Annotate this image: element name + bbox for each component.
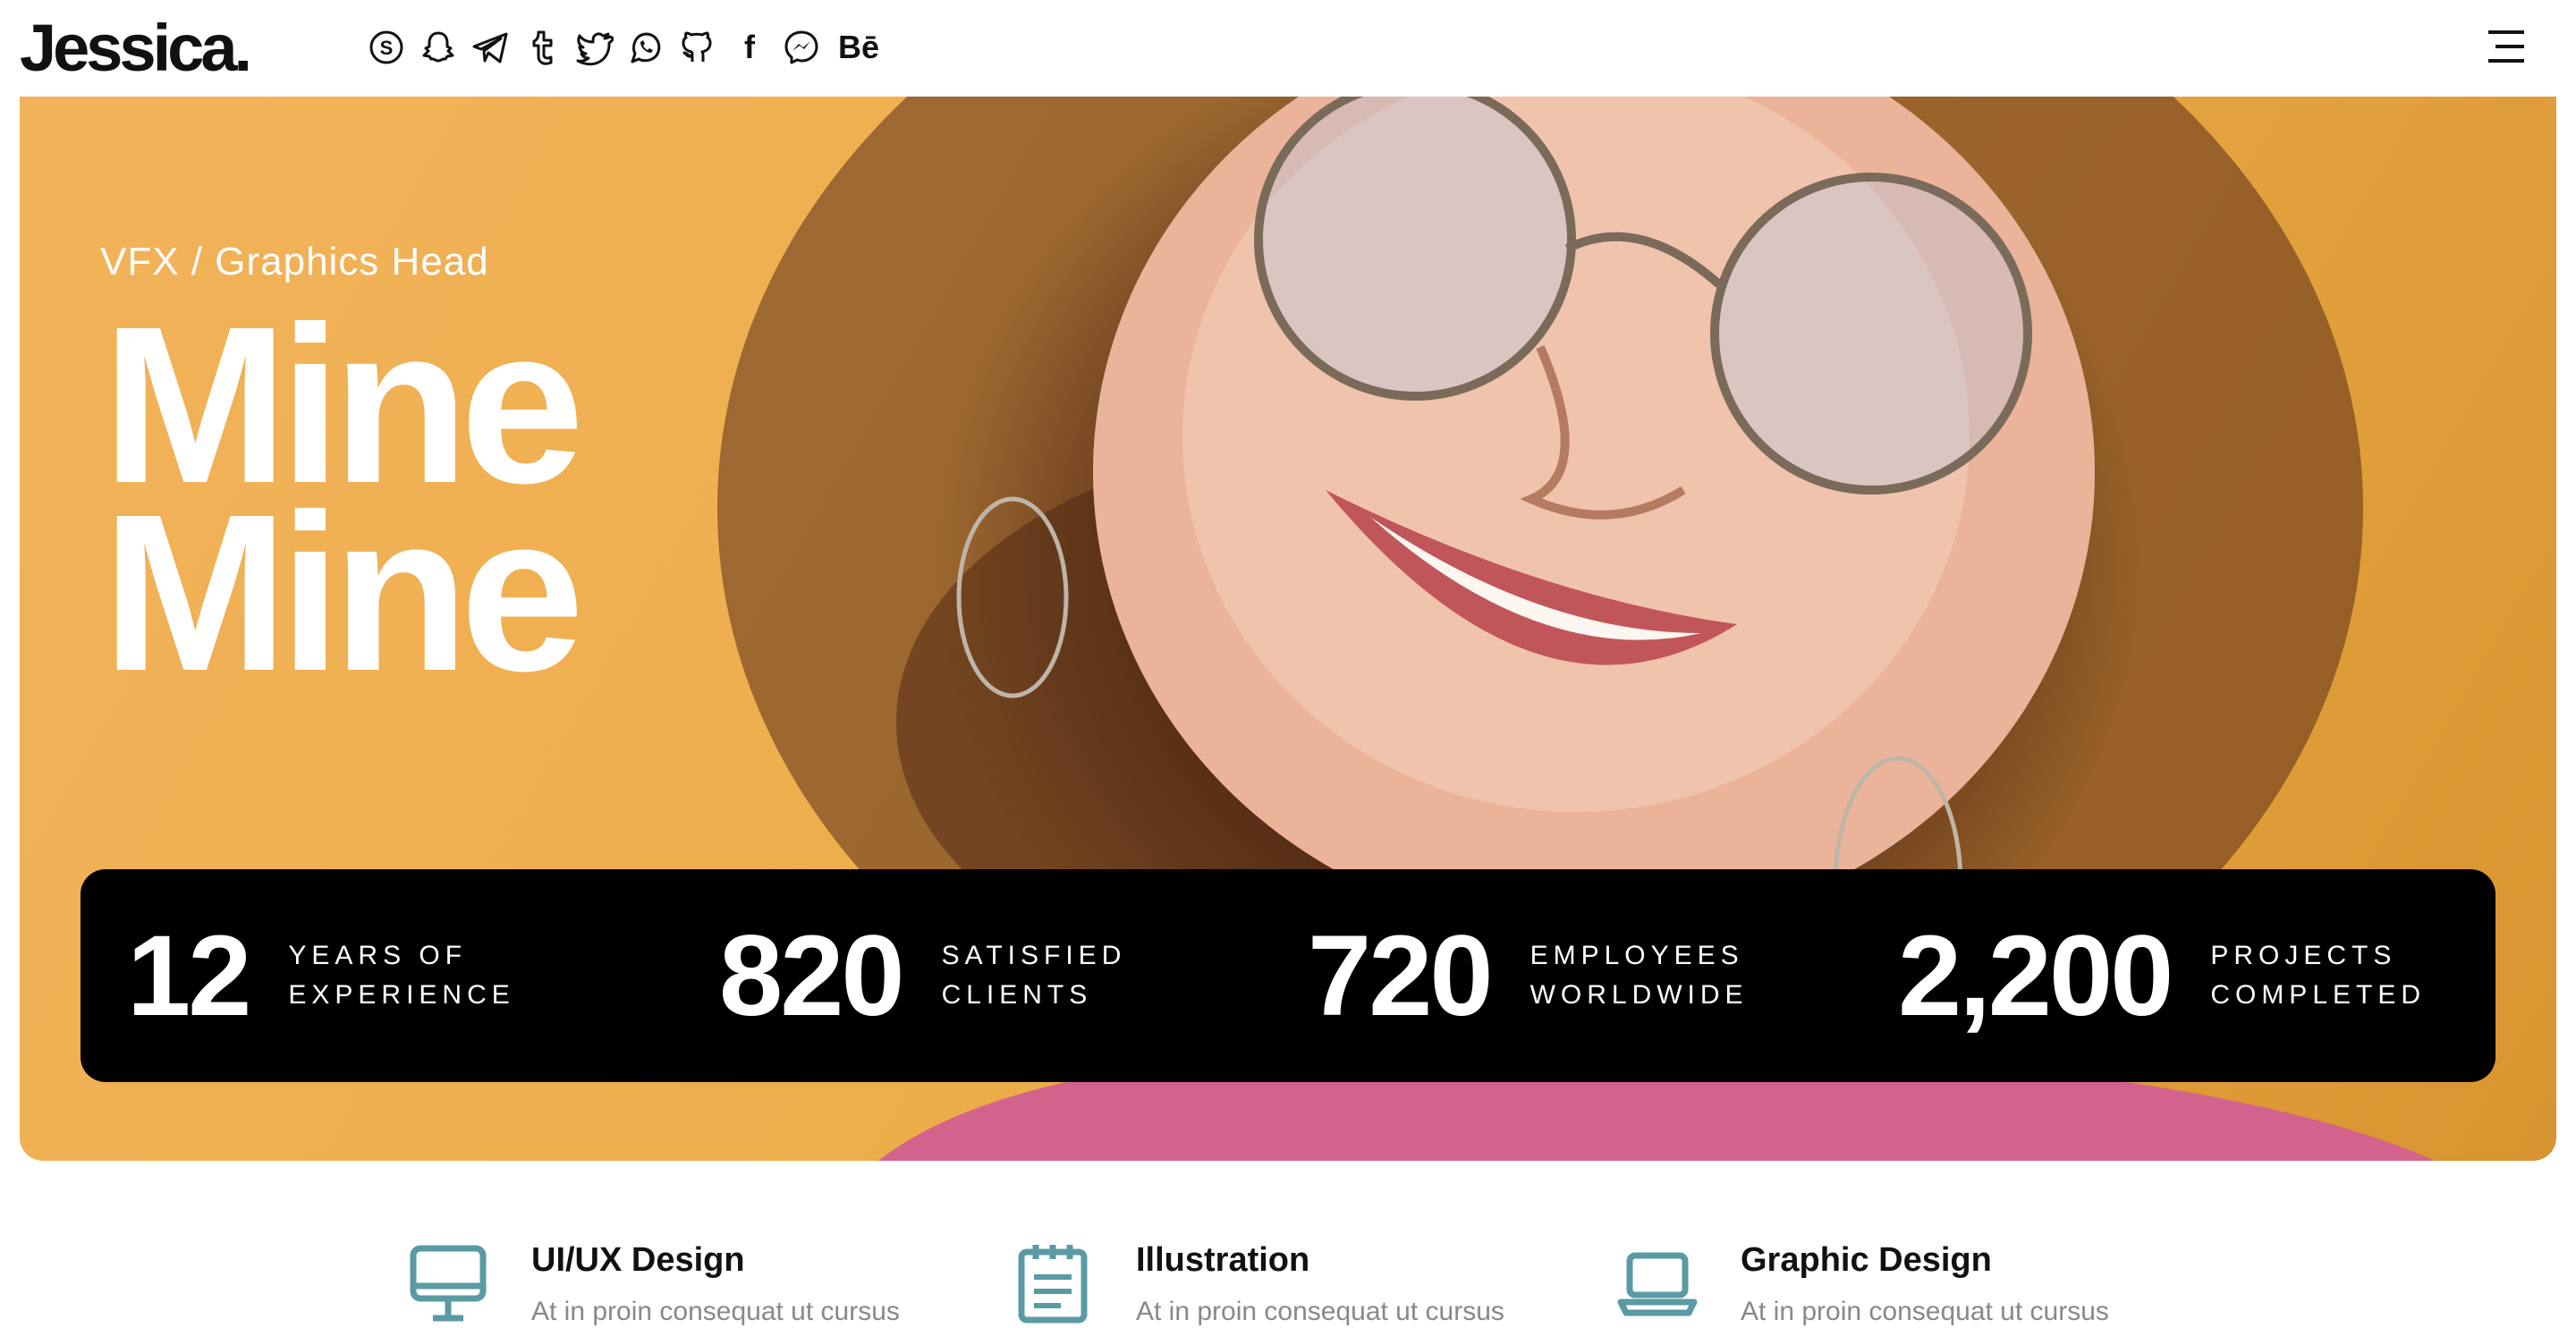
twitter-icon[interactable] <box>574 25 614 70</box>
service-description: At in proin consequat ut cursus <box>531 1297 900 1326</box>
github-icon[interactable] <box>678 25 717 70</box>
monitor-icon <box>408 1241 488 1324</box>
stat-projects-completed: 2,200 PROJECTS COMPLETED <box>1898 869 2426 1082</box>
svg-text:S: S <box>380 37 394 59</box>
stat-label: EMPLOYEES WORLDWIDE <box>1530 936 1749 1015</box>
service-description: At in proin consequat ut cursus <box>1136 1297 1504 1326</box>
stat-years-experience: 12 YEARS OF EXPERIENCE <box>127 869 515 1082</box>
social-links: S f Bē <box>367 25 884 70</box>
stat-label-line: WORLDWIDE <box>1530 980 1749 1010</box>
hamburger-menu-icon[interactable] <box>2485 25 2528 68</box>
stat-satisfied-clients: 820 SATISFIED CLIENTS <box>719 869 1126 1082</box>
telegram-icon[interactable] <box>470 25 510 70</box>
stat-number: 12 <box>127 911 251 1040</box>
tumblr-icon[interactable] <box>522 25 562 70</box>
stat-label: YEARS OF EXPERIENCE <box>288 936 514 1015</box>
hero-title: Mine Mine <box>102 293 584 717</box>
site-header: Jessica. S f Bē <box>0 0 2576 97</box>
service-title: UI/UX Design <box>531 1241 745 1279</box>
facebook-glyph: f <box>744 29 755 65</box>
stat-label: SATISFIED CLIENTS <box>942 936 1127 1015</box>
stat-label-line: COMPLETED <box>2210 980 2427 1010</box>
stat-label-line: CLIENTS <box>941 980 1093 1010</box>
stats-bar: 12 YEARS OF EXPERIENCE 820 SATISFIED CLI… <box>80 869 2496 1082</box>
service-description: At in proin consequat ut cursus <box>1741 1297 2109 1326</box>
stat-label-line: YEARS OF <box>288 941 468 970</box>
behance-glyph: Bē <box>837 29 880 65</box>
service-title: Graphic Design <box>1741 1241 1992 1279</box>
hero-section: VFX / Graphics Head Mine Mine 12 YEARS O… <box>20 97 2556 1161</box>
stat-label-line: EXPERIENCE <box>288 980 515 1010</box>
stat-number: 2,200 <box>1898 911 2174 1040</box>
stat-label-line: PROJECTS <box>2210 941 2397 970</box>
hero-title-line: Mine <box>102 468 584 717</box>
behance-icon[interactable]: Bē <box>834 25 884 70</box>
notepad-icon <box>1013 1241 1093 1324</box>
whatsapp-icon[interactable] <box>626 25 665 70</box>
hero-subtitle: VFX / Graphics Head <box>100 240 489 283</box>
stat-label-line: SATISFIED <box>941 941 1127 970</box>
stat-label: PROJECTS COMPLETED <box>2210 936 2426 1015</box>
stat-label-line: EMPLOYEES <box>1530 941 1744 970</box>
site-logo[interactable]: Jessica. <box>20 9 252 88</box>
stat-number: 820 <box>719 911 905 1040</box>
skype-icon[interactable]: S <box>367 25 406 70</box>
stat-number: 720 <box>1308 911 1494 1040</box>
service-title: Illustration <box>1136 1241 1310 1279</box>
facebook-icon[interactable]: f <box>730 25 769 70</box>
stat-employees-worldwide: 720 EMPLOYEES WORLDWIDE <box>1308 869 1749 1082</box>
messenger-icon[interactable] <box>782 25 821 70</box>
snapchat-icon[interactable] <box>419 25 458 70</box>
laptop-icon <box>1617 1241 1698 1324</box>
